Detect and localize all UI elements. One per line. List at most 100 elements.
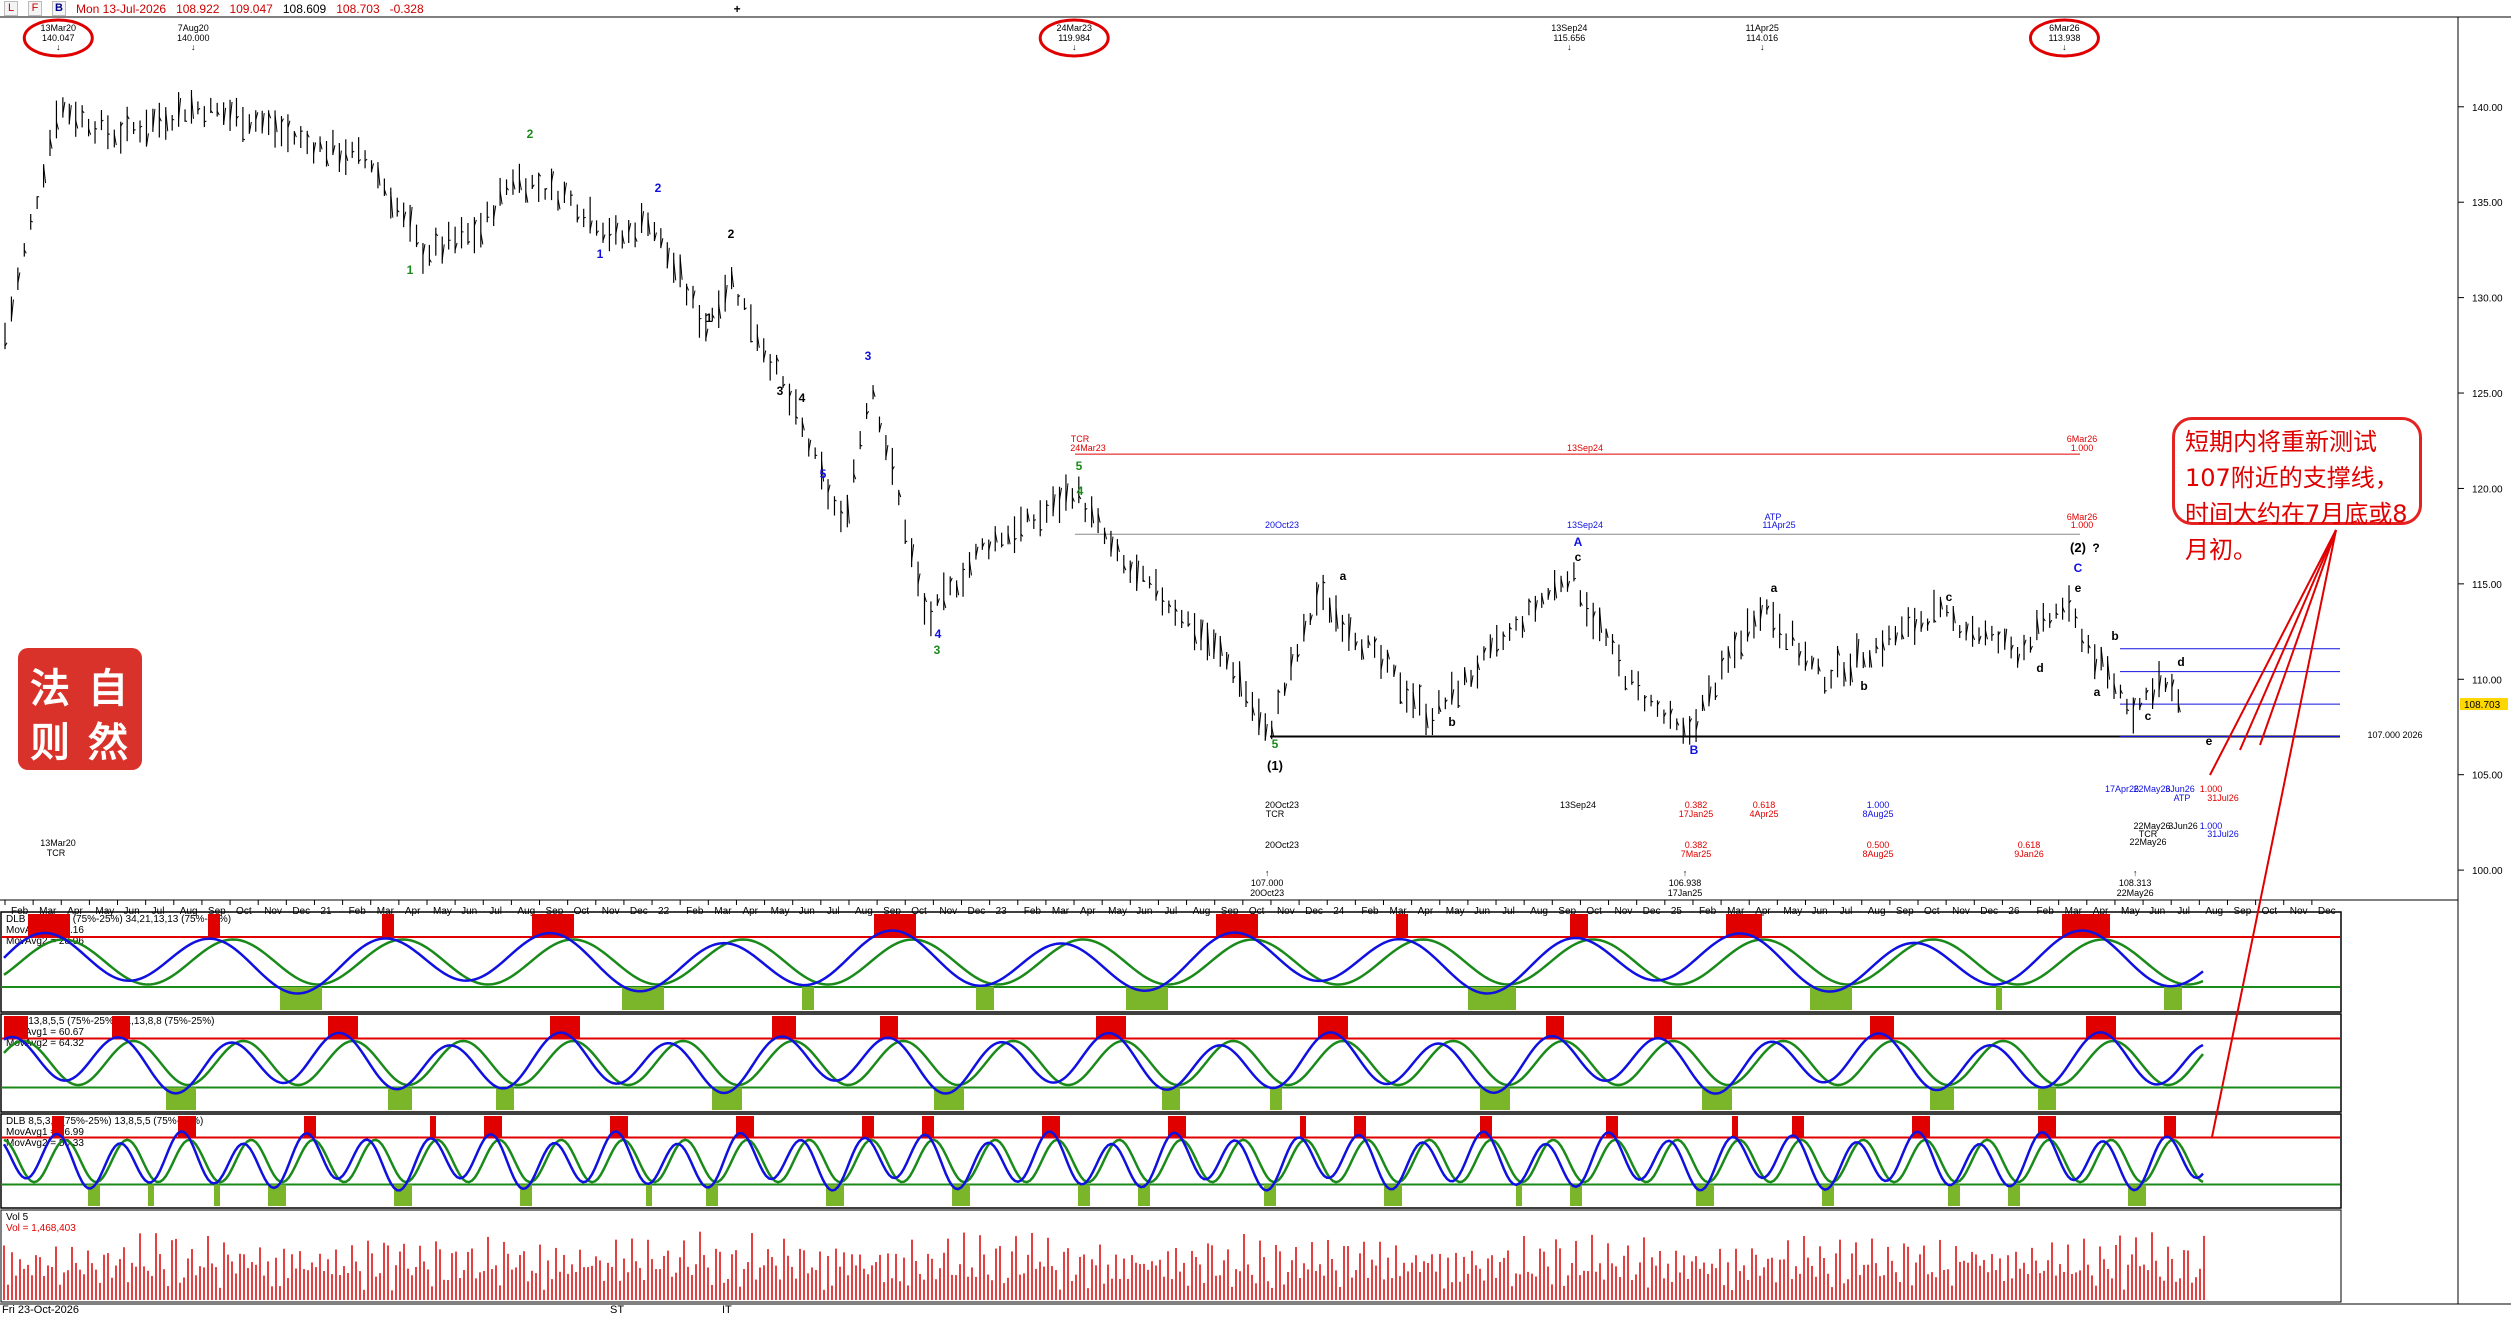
oversold-zone	[712, 1184, 718, 1206]
x-tick-label: 24	[1333, 906, 1345, 917]
x-tick-label: Jul	[1840, 906, 1853, 917]
y-tick-label: 110.00	[2472, 675, 2502, 686]
bottom-marker-value: 108.313	[2119, 878, 2152, 888]
top-marker-date: 11Apr25	[1746, 23, 1779, 33]
oversold-zone	[1576, 1184, 1582, 1206]
overbought-zone	[892, 914, 898, 937]
wave-label: 1	[706, 311, 713, 325]
chart-svg[interactable]: 140.00 135.00 130.00 125.00 120.00 115.00 110.…	[0, 0, 2511, 1319]
oversold-zone	[1708, 1184, 1714, 1206]
oversold-zone	[808, 987, 814, 1010]
x-tick-label: Nov	[1952, 906, 1970, 917]
oversold-zone	[1174, 1087, 1180, 1110]
x-tick-label: Jun	[1136, 906, 1152, 917]
y-tick-label: 140.00	[2472, 103, 2503, 114]
footer-it: IT	[722, 1304, 732, 1316]
overbought-zone	[2098, 1016, 2104, 1039]
wave-label: b	[1448, 715, 1455, 729]
x-tick-label: Mar	[1052, 906, 1070, 917]
overbought-zone	[1246, 914, 1252, 937]
overbought-zone	[1216, 914, 1222, 937]
overbought-zone	[928, 1116, 934, 1138]
cycle-label: 3Jun26	[2168, 821, 2198, 831]
wave-label: c	[1575, 550, 1582, 564]
price-bar-tick	[242, 138, 246, 141]
x-tick-label: Feb	[686, 906, 704, 917]
oversold-zone	[958, 1087, 964, 1110]
top-marker-date: 13Sep24	[1551, 23, 1587, 33]
volume-value: Vol = 1,468,403	[6, 1223, 76, 1234]
seal-char: 然	[88, 719, 128, 766]
overbought-zone	[568, 914, 574, 937]
panel-movavg1: MovAvg1 = 16.99	[6, 1127, 84, 1138]
oversold-zone	[1486, 987, 1492, 1010]
overbought-zone	[772, 1016, 778, 1039]
cycle-label: 22May26	[2129, 837, 2166, 847]
oversold-zone	[982, 987, 988, 1010]
oversold-zone	[2164, 987, 2170, 1010]
overbought-zone	[562, 914, 568, 937]
overbought-zone	[868, 1116, 874, 1138]
x-tick-label: Jul	[1502, 906, 1515, 917]
seal-logo: 自 然 法 则	[18, 648, 142, 770]
bottom-marker-date: 17Jan25	[1668, 888, 1703, 898]
wave-label: 1	[407, 263, 414, 277]
oversold-zone	[1954, 1184, 1960, 1206]
oversold-zone	[1276, 1087, 1282, 1110]
overbought-zone	[208, 914, 214, 937]
oversold-zone	[502, 1087, 508, 1110]
overbought-zone	[1792, 1116, 1798, 1138]
x-tick-label: Apr	[1080, 906, 1096, 917]
oversold-zone	[400, 1087, 406, 1110]
fib-label: 8Aug25	[1862, 809, 1893, 819]
x-tick-label: 23	[996, 906, 1008, 917]
overbought-zone	[334, 1016, 340, 1039]
bottom-marker-arrow: ↑	[1265, 868, 1270, 878]
oversold-zone	[1084, 1184, 1090, 1206]
wave-label: 4	[935, 627, 942, 641]
overbought-zone	[886, 1016, 892, 1039]
cycle-label: 1.000	[2071, 520, 2094, 530]
bottom-marker-value: 107.000	[1251, 878, 1284, 888]
x-tick-label: Dec	[292, 906, 310, 917]
wave-label: 1	[597, 247, 604, 261]
overbought-zone	[880, 1016, 886, 1039]
x-tick-label: Dec	[630, 906, 648, 917]
wave-label: 5	[1272, 737, 1279, 751]
overbought-zone	[1570, 914, 1576, 937]
y-tick-label: 130.00	[2472, 294, 2503, 305]
arrow-icon: ↓	[56, 42, 61, 52]
bottom-marker-arrow: ↑	[2133, 868, 2138, 878]
wave-label: (2)	[2070, 540, 2086, 555]
wave-label: 3	[777, 384, 784, 398]
oversold-zone	[1162, 1087, 1168, 1110]
x-tick-label: Oct	[1586, 906, 1602, 917]
panel-title: DLB 8,5,3,3 (75%-25%) 13,8,5,5 (75%-25%)	[6, 1116, 203, 1127]
cycle-label: TCR	[1266, 809, 1285, 819]
wave-label: e	[2075, 581, 2082, 595]
overbought-zone	[1576, 914, 1582, 937]
overbought-zone	[778, 1016, 784, 1039]
overbought-zone	[178, 1116, 184, 1138]
x-tick-label: Nov	[1615, 906, 1633, 917]
arrow-icon: ↓	[2062, 42, 2067, 52]
overbought-zone	[556, 1016, 562, 1039]
wave-label: 2	[728, 227, 735, 241]
oversold-zone	[802, 987, 808, 1010]
cycle-label: 1.000	[2071, 443, 2094, 453]
overbought-zone	[2050, 1116, 2056, 1138]
x-tick-label: Dec	[2318, 906, 2336, 917]
overbought-zone	[748, 1116, 754, 1138]
overbought-zone	[1342, 1016, 1348, 1039]
oversold-zone	[976, 987, 982, 1010]
overbought-zone	[2164, 1116, 2170, 1138]
oversold-zone	[172, 1087, 178, 1110]
overbought-zone	[16, 1016, 22, 1039]
wave-label: 2	[527, 127, 534, 141]
x-tick-label: Aug	[855, 906, 873, 917]
y-tick-label: 120.00	[2472, 484, 2503, 495]
overbought-zone	[4, 1016, 10, 1039]
x-tick-label: 25	[1671, 906, 1683, 917]
wave-label: c	[1946, 590, 1953, 604]
overbought-zone	[1180, 1116, 1186, 1138]
